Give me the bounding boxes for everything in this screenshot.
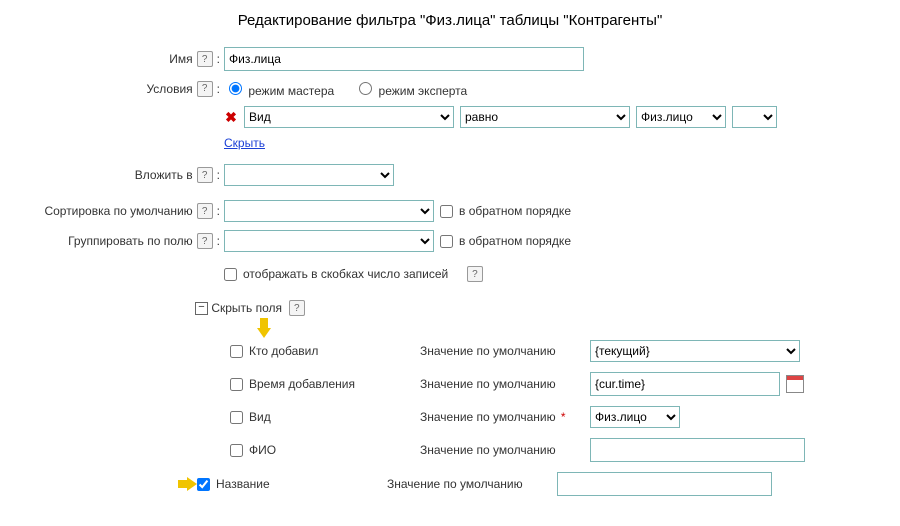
hide-field-row: Время добавления Значение по умолчанию — [230, 372, 900, 396]
default-value-label: Значение по умолчанию — [420, 377, 556, 391]
page-title: Редактирование фильтра "Физ.лица" таблиц… — [0, 4, 900, 47]
mode-master-radio[interactable] — [229, 82, 242, 95]
mode-expert-label: режим эксперта — [379, 84, 468, 98]
group-reverse-label: в обратном порядке — [459, 234, 571, 248]
default-value-select[interactable]: {текущий} — [590, 340, 800, 362]
hide-field-checkbox[interactable] — [197, 478, 210, 491]
name-input[interactable] — [224, 47, 584, 71]
condition-extra-select[interactable] — [732, 106, 777, 128]
default-value-label: Значение по умолчанию — [420, 410, 556, 424]
default-value-label: Значение по умолчанию — [420, 344, 556, 358]
default-value-select[interactable]: Физ.лицо — [590, 406, 680, 428]
default-value-label: Значение по умолчанию — [420, 443, 556, 457]
name-label: Имя — [169, 52, 192, 66]
hide-field-checkbox[interactable] — [230, 378, 243, 391]
help-icon[interactable]: ? — [197, 51, 213, 67]
collapse-toggle-icon[interactable]: − — [195, 302, 208, 315]
help-icon[interactable]: ? — [467, 266, 483, 282]
sort-default-select[interactable] — [224, 200, 434, 222]
hide-field-row: Вид Значение по умолчанию * Физ.лицо — [230, 406, 900, 428]
field-label: Вид — [249, 410, 271, 424]
help-icon[interactable]: ? — [197, 233, 213, 249]
default-value-input[interactable] — [557, 472, 772, 496]
mode-expert-option[interactable]: режим эксперта — [354, 79, 467, 98]
field-label: Название — [216, 477, 270, 491]
help-icon[interactable]: ? — [197, 81, 213, 97]
mode-master-option[interactable]: режим мастера — [224, 79, 334, 98]
group-by-select[interactable] — [224, 230, 434, 252]
hide-field-row: ФИО Значение по умолчанию — [230, 438, 900, 462]
group-reverse-checkbox[interactable] — [440, 235, 453, 248]
delete-condition-icon[interactable]: ✖ — [224, 109, 238, 126]
show-count-checkbox[interactable] — [224, 268, 237, 281]
sort-reverse-label: в обратном порядке — [459, 204, 571, 218]
field-label: Кто добавил — [249, 344, 318, 358]
nest-into-select[interactable] — [224, 164, 394, 186]
hide-link[interactable]: Скрыть — [224, 136, 265, 150]
mode-master-label: режим мастера — [248, 84, 334, 98]
show-count-label: отображать в скобках число записей — [243, 267, 448, 281]
help-icon[interactable]: ? — [289, 300, 305, 316]
hide-field-row: НазваниеЗначение по умолчанию — [230, 472, 900, 496]
help-icon[interactable]: ? — [197, 203, 213, 219]
sort-reverse-checkbox[interactable] — [440, 205, 453, 218]
hide-field-row: Кто добавил Значение по умолчанию {текущий… — [230, 340, 900, 362]
help-icon[interactable]: ? — [197, 167, 213, 183]
default-value-input[interactable] — [590, 372, 780, 396]
default-value-input[interactable] — [590, 438, 805, 462]
condition-operator-select[interactable]: равно — [460, 106, 630, 128]
conditions-label: Условия — [146, 82, 192, 96]
hide-fields-label: Скрыть поля — [211, 301, 282, 315]
pointer-arrow-icon — [175, 477, 197, 491]
sort-default-label: Сортировка по умолчанию — [44, 204, 192, 218]
mode-expert-radio[interactable] — [359, 82, 372, 95]
required-mark: * — [558, 410, 566, 424]
hide-field-checkbox[interactable] — [230, 444, 243, 457]
pointer-arrow-icon — [257, 318, 271, 340]
condition-value-select[interactable]: Физ.лицо — [636, 106, 726, 128]
hide-field-checkbox[interactable] — [230, 345, 243, 358]
field-label: ФИО — [249, 443, 276, 457]
group-by-label: Группировать по полю — [68, 234, 193, 248]
field-label: Время добавления — [249, 377, 355, 391]
default-value-label: Значение по умолчанию — [387, 477, 523, 491]
nest-into-label: Вложить в — [135, 168, 193, 182]
calendar-icon[interactable] — [786, 375, 804, 393]
condition-field-select[interactable]: Вид — [244, 106, 454, 128]
hide-field-checkbox[interactable] — [230, 411, 243, 424]
